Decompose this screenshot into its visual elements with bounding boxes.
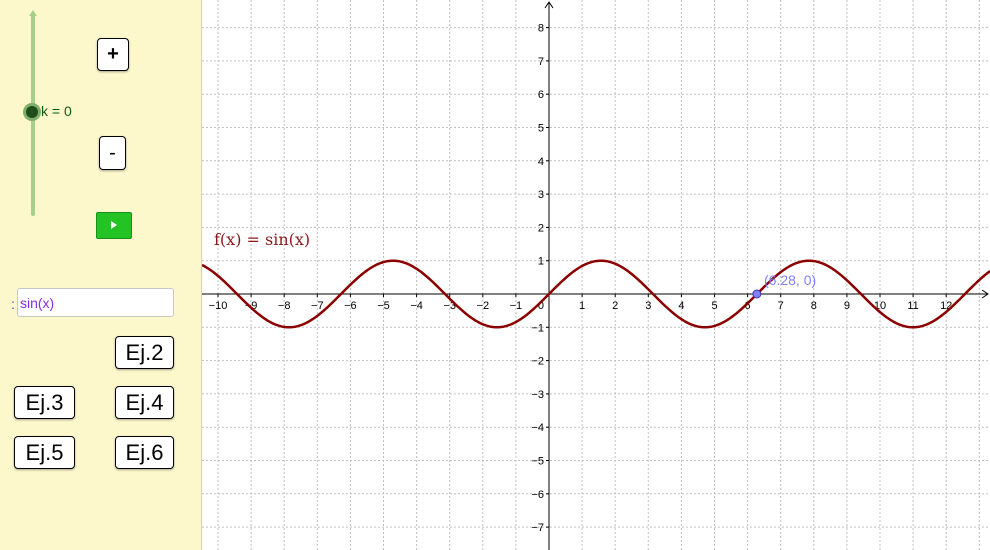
y-tick-label: 7: [538, 56, 544, 68]
ej5-button[interactable]: Ej.5: [14, 436, 75, 469]
x-tick-label: −5: [377, 300, 390, 312]
y-tick-label: −5: [531, 456, 544, 468]
x-tick-label: 3: [645, 300, 651, 312]
x-tick-label: 1: [579, 300, 585, 312]
increment-button[interactable]: +: [97, 38, 129, 71]
y-tick-label: −3: [531, 389, 544, 401]
function-input[interactable]: [17, 288, 174, 317]
play-icon: [111, 221, 117, 229]
x-tick-label: 8: [811, 300, 817, 312]
x-tick-label: 11: [907, 300, 918, 312]
x-tick-label: 7: [778, 300, 784, 312]
x-tick-label: 10: [874, 300, 886, 312]
input-prefix: :: [11, 296, 15, 312]
ej3-button[interactable]: Ej.3: [14, 386, 75, 419]
x-tick-label: 5: [711, 300, 717, 312]
ej4-button[interactable]: Ej.4: [115, 386, 174, 419]
y-tick-label: 4: [538, 156, 544, 168]
x-tick-label: 12: [940, 300, 952, 312]
point-marker[interactable]: [752, 289, 762, 299]
point-label: (6.28, 0): [764, 272, 817, 288]
x-tick-label: −1: [510, 300, 523, 312]
y-tick-label: −7: [531, 522, 544, 534]
x-tick-label: −2: [477, 300, 490, 312]
x-tick-label: 4: [678, 300, 684, 312]
x-tick-label: −10: [209, 300, 228, 312]
y-tick-label: 8: [538, 23, 544, 35]
function-label: f(x) = sin(x): [214, 230, 311, 249]
k-slider-label: k = 0: [41, 103, 72, 119]
x-tick-label: −8: [278, 300, 291, 312]
y-tick-label: 6: [538, 89, 544, 101]
k-slider-handle[interactable]: [26, 106, 38, 118]
x-tick-label: 2: [612, 300, 618, 312]
x-tick-label: −7: [311, 300, 324, 312]
y-tick-label: −4: [531, 422, 544, 434]
y-tick-label: 5: [538, 123, 544, 135]
graphing-view[interactable]: −10 −9 −8 −7 −6 −5 −4 −3 −2 −1 1 2 3 4 5 6 7 8 9 10 11 128765…: [202, 0, 990, 550]
ej6-button[interactable]: Ej.6: [115, 436, 174, 469]
y-tick-label: −2: [531, 356, 544, 368]
decrement-button[interactable]: -: [99, 136, 126, 170]
x-tick-label: −4: [410, 300, 423, 312]
left-panel: k = 0 + - : Ej.2 Ej.3 Ej.4 Ej.5 Ej.6: [0, 0, 201, 550]
y-tick-label: 1: [538, 256, 544, 268]
ej2-button[interactable]: Ej.2: [115, 336, 174, 369]
play-button[interactable]: [96, 212, 132, 239]
x-tick-label: −6: [344, 300, 357, 312]
x-tick-label: 9: [844, 300, 850, 312]
y-tick-label: 2: [538, 222, 544, 234]
y-tick-label: −6: [531, 489, 544, 501]
y-tick-label: −1: [531, 322, 544, 334]
y-tick-label: 3: [538, 189, 544, 201]
